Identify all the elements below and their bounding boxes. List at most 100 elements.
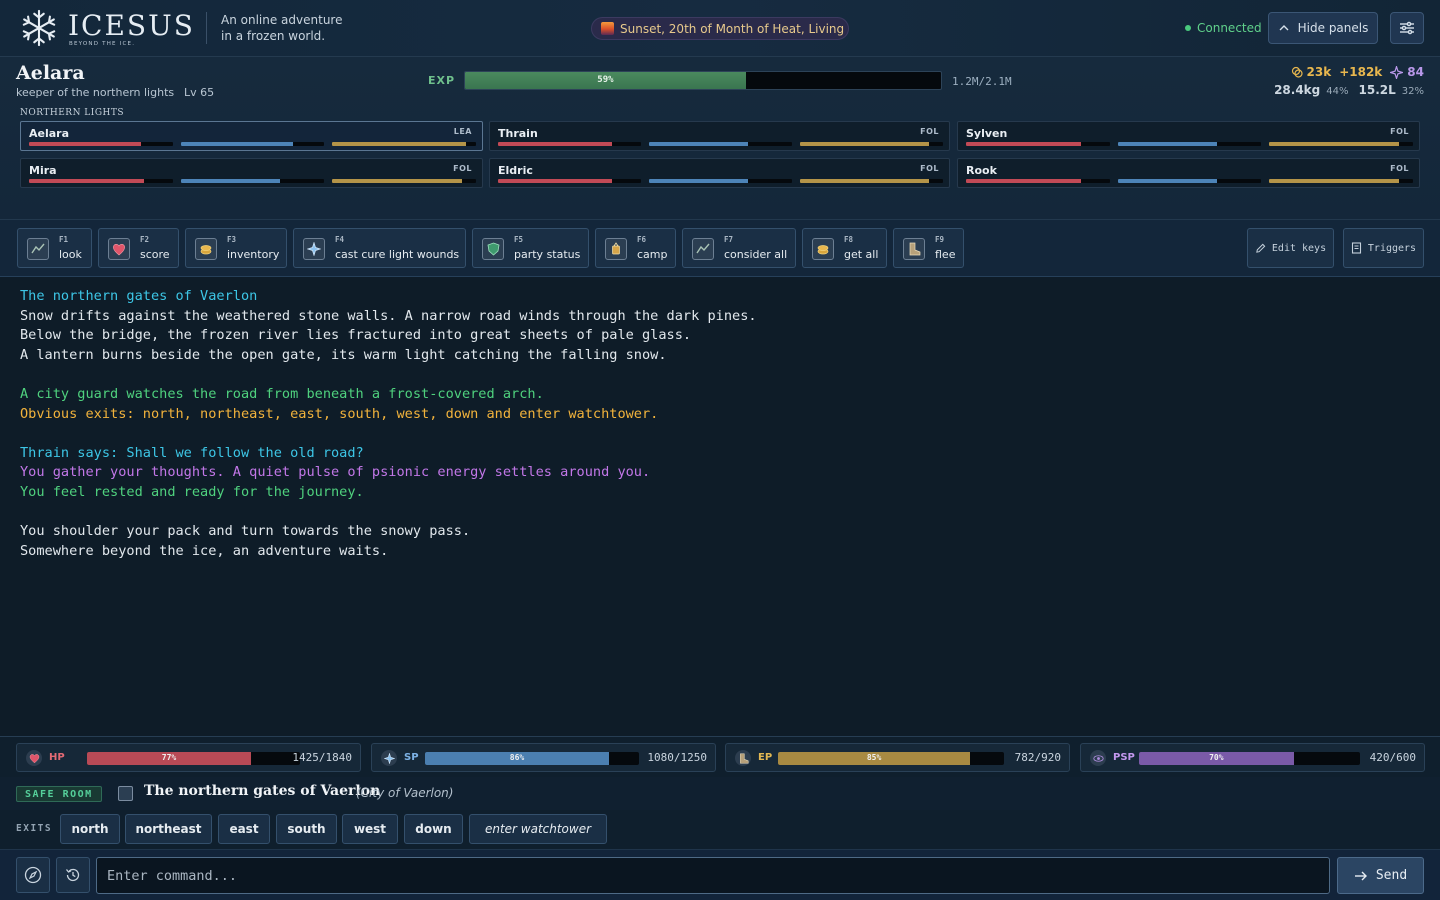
exit-button[interactable]: west [342, 814, 398, 844]
sparkle-icon [381, 750, 397, 766]
hotkey-f8-button[interactable]: F8 get all [802, 228, 887, 268]
output-line: Obvious exits: north, northeast, east, s… [20, 405, 659, 422]
hotkey-f1-button[interactable]: F1 look [17, 228, 92, 268]
history-icon [65, 868, 80, 882]
sparkle-icon [303, 238, 325, 260]
psi-points: 84 [1407, 65, 1424, 79]
party-member-ep-bar [332, 142, 476, 146]
game-output[interactable]: The northern gates of Vaerlon Snow drifts… [0, 277, 1440, 736]
party-member-card[interactable]: Mira FOL [20, 158, 483, 188]
party-member-sp-fill [180, 179, 280, 183]
party-member-card[interactable]: Rook FOL [957, 158, 1420, 188]
heart-icon [26, 750, 42, 766]
output-line: A lantern burns beside the open gate, it… [20, 346, 667, 363]
exit-button[interactable]: south [276, 814, 337, 844]
party-member-role: LEA [453, 127, 472, 136]
party-name: NORTHERN LIGHTS [20, 108, 125, 118]
exit-button[interactable]: north [60, 814, 120, 844]
party-member-name: Rook [966, 164, 997, 177]
vital-label: PSP [1113, 752, 1135, 763]
exits-label: EXITS [16, 823, 53, 834]
party-member-ep-fill [800, 179, 929, 183]
connection-status: Connected [1185, 21, 1262, 35]
settings-button[interactable] [1390, 12, 1424, 44]
exit-button[interactable]: northeast [125, 814, 212, 844]
hotkey-f5-button[interactable]: F5 party status [472, 228, 589, 268]
carry-volume-percent: 32% [1401, 86, 1424, 97]
party-member-ep-bar [800, 179, 943, 183]
party-member-sp-bar [180, 142, 325, 146]
party-member-name: Thrain [498, 127, 538, 140]
party-member-hp-fill [966, 179, 1081, 183]
vital-ep: EP 85% 782/920 [725, 743, 1070, 772]
vital-percent: 70% [1209, 753, 1224, 762]
vital-percent: 85% [866, 753, 882, 762]
output-line: The northern gates of Vaerlon [20, 288, 258, 304]
vital-sp: SP 86% 1080/1250 [371, 743, 716, 772]
party-member-role: FOL [453, 164, 472, 173]
hotkey-key: F4 [335, 235, 345, 244]
vital-bar: 77% [87, 752, 300, 765]
character-panel: Aelara keeper of the northern lights Lv … [0, 57, 1440, 220]
party-member-card[interactable]: Sylven FOL [957, 121, 1420, 151]
party-member-card[interactable]: Eldric FOL [489, 158, 950, 188]
party-member-hp-bar [498, 179, 641, 183]
sparkle-icon [1390, 65, 1404, 79]
room-bar: SAFE ROOM The northern gates of Vaerlon … [0, 777, 1440, 810]
send-button[interactable]: Send [1337, 857, 1424, 894]
hotkey-f9-button[interactable]: F9 flee [893, 228, 964, 268]
hotkey-f3-button[interactable]: F3 inventory [185, 228, 287, 268]
character-name: Aelara [16, 62, 85, 84]
exit-button[interactable]: east [218, 814, 270, 844]
game-date-badge: Sunset, 20th of Month of Heat, Living [591, 17, 849, 40]
compass-button[interactable] [16, 857, 50, 893]
hotkey-label: look [59, 248, 82, 261]
output-line: Below the bridge, the frozen river lies … [20, 327, 692, 344]
hotkey-label: flee [935, 248, 956, 261]
vital-value: 1425/1840 [292, 751, 352, 764]
party-member-hp-fill [29, 142, 142, 146]
wealth-stats: 23k +182k 84 [1291, 65, 1424, 79]
command-input[interactable] [96, 857, 1330, 894]
lantern-icon [605, 238, 627, 260]
hotkey-f2-button[interactable]: F2 score [98, 228, 179, 268]
sunset-icon [601, 22, 614, 35]
party-member-card[interactable]: Aelara LEA [20, 121, 483, 151]
output-line: You feel rested and ready for the journe… [20, 483, 364, 500]
hide-panels-button[interactable]: Hide panels [1268, 12, 1378, 44]
party-member-role: FOL [920, 164, 939, 173]
party-member-hp-bar [498, 142, 641, 146]
hotkey-bar: F1 look F2 score F3 inventory F4 cast cure ligh… [0, 220, 1440, 277]
heart-icon [108, 238, 130, 260]
hotkey-f6-button[interactable]: F6 camp [595, 228, 676, 268]
compass-icon [24, 866, 42, 884]
hotkey-f7-button[interactable]: F7 consider all [682, 228, 796, 268]
vital-label: EP [758, 752, 773, 763]
exit-button[interactable]: down [404, 814, 463, 844]
logo-text: ICESUS [68, 9, 195, 42]
arrow-right-icon [1354, 871, 1367, 880]
output-line: Snow drifts against the weathered stone … [20, 307, 757, 324]
map-icon [118, 786, 133, 801]
party-member-card[interactable]: Thrain FOL [489, 121, 950, 151]
party-member-hp-bar [966, 179, 1110, 183]
triggers-button[interactable]: Triggers [1343, 228, 1424, 268]
history-button[interactable] [56, 857, 90, 893]
party-member-ep-fill [1269, 142, 1399, 146]
edit-keys-button[interactable]: Edit keys [1247, 228, 1334, 268]
encumbrance-stats: 28.4kg 44% 15.2L 32% [1274, 83, 1424, 97]
party-member-sp-bar [649, 179, 792, 183]
carry-weight-percent: 44% [1326, 86, 1349, 97]
exit-button[interactable]: enter watchtower [469, 814, 607, 844]
hotkey-key: F1 [59, 235, 69, 244]
party-member-ep-bar [332, 179, 476, 183]
exp-bar: 59% [464, 71, 942, 90]
character-title: keeper of the northern lights [16, 86, 175, 99]
hotkey-label: cast cure light wounds [335, 248, 460, 261]
vital-label: HP [49, 752, 65, 763]
pencil-icon [1256, 243, 1266, 253]
hotkey-f4-button[interactable]: F4 cast cure light wounds [293, 228, 466, 268]
triggers-label: Triggers [1367, 242, 1417, 254]
